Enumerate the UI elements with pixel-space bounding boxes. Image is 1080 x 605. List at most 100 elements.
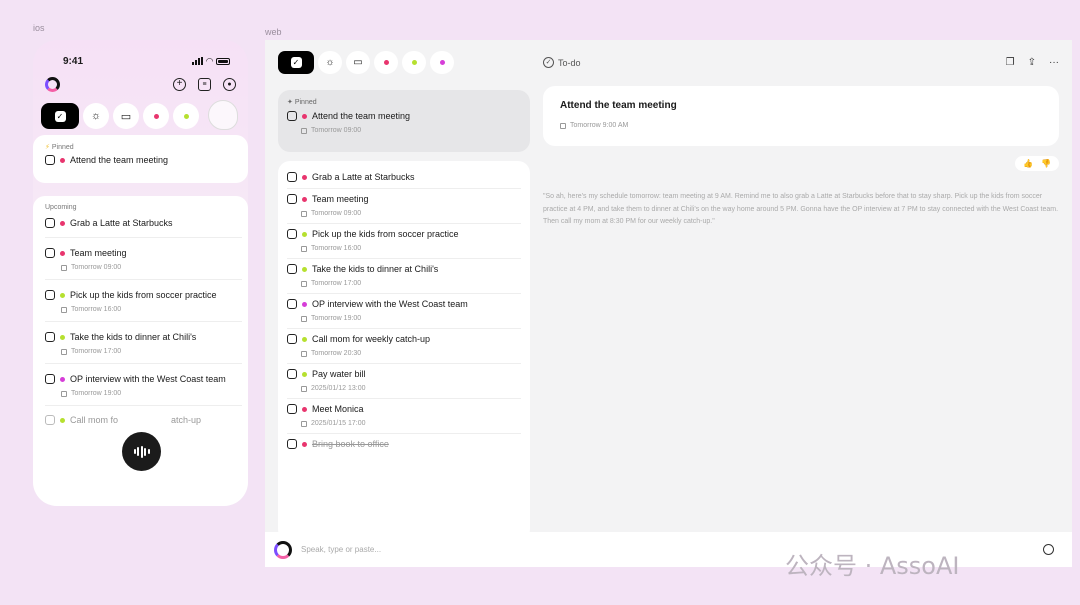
pinned-item-title: Attend the team meeting [70,155,169,165]
web-filter-chips: ✓ ☼ ▭ [278,50,530,75]
idea-filter-chip[interactable]: ☼ [83,103,109,129]
idea-filter-chip[interactable]: ☼ [318,51,342,74]
share-icon[interactable]: ⇪ [1028,57,1036,68]
partial-item-left: Call mom fo [70,415,119,425]
checkbox[interactable] [287,172,297,182]
tap-hand-icon [208,100,238,130]
magenta-filter-chip[interactable] [430,51,454,74]
lime-dot-icon [183,113,189,119]
copy-icon[interactable]: ❐ [1006,57,1015,68]
priority-dot [302,231,307,237]
priority-dot [60,334,65,340]
chat-filter-chip[interactable]: ▭ [346,51,370,74]
item-title: Meet Monica [312,404,364,414]
todo-filter-chip[interactable]: ✓ [278,51,314,74]
detail-meta: Tomorrow 9:00 AM [570,122,629,129]
web-list-card: Grab a Latte at Starbucks Team meeting Tom… [278,161,530,541]
list-item[interactable]: Call mom for weekly catch-up Tomorrow 20:… [287,329,521,364]
thumbs-up-icon[interactable]: 👍 [1023,159,1033,168]
priority-dot [302,196,307,202]
check-icon: ✓ [54,110,66,122]
checkbox[interactable] [287,111,297,121]
list-item[interactable]: Team meeting Tomorrow 09:00 [33,238,248,280]
checkbox[interactable] [45,374,55,384]
bulb-icon: ☼ [325,57,335,68]
list-item-partial[interactable]: Call mom fo atch-up [33,406,248,425]
checkbox[interactable] [287,229,297,239]
pinned-title: Pinned [51,144,74,151]
pin-icon: ⚡ [45,144,50,151]
profile-icon[interactable]: ● [223,77,236,91]
checkbox[interactable] [287,334,297,344]
list-item[interactable]: Pick up the kids from soccer practice Tom… [33,280,248,322]
voice-input-button[interactable] [122,432,161,471]
priority-dot [302,406,307,412]
item-title: Pay water bill [312,369,366,379]
checkbox[interactable] [45,218,55,228]
pinned-item[interactable]: Attend the team meeting [287,111,521,121]
priority-dot [60,376,65,382]
list-item[interactable]: Take the kids to dinner at Chili's Tomorr… [287,259,521,294]
list-item[interactable]: Team meeting Tomorrow 09:00 [287,189,521,224]
item-meta: Tomorrow 09:00 [71,264,122,271]
detail-card: Attend the team meeting Tomorrow 9:00 AM [543,86,1059,146]
list-item-done[interactable]: Bring book to office [287,434,521,455]
checkbox[interactable] [45,290,55,300]
checkbox[interactable] [45,415,55,425]
input-placeholder[interactable]: Speak, type or paste... [301,545,381,554]
todo-filter-chip[interactable]: ✓ [41,103,79,129]
item-meta: Tomorrow 17:00 [71,348,122,355]
item-title: Pick up the kids from soccer practice [70,290,217,300]
item-meta: Tomorrow 19:00 [311,315,362,322]
item-title: Grab a Latte at Starbucks [70,218,173,228]
calendar-icon [61,264,67,271]
pink-filter-chip[interactable] [143,103,169,129]
checkbox[interactable] [287,404,297,414]
priority-dot [60,250,65,256]
checkbox[interactable] [45,155,55,165]
thumbs-down-icon[interactable]: 👎 [1041,159,1051,168]
item-meta: 2025/01/15 17:00 [311,420,366,427]
item-meta: Tomorrow 19:00 [71,390,122,397]
ios-phone: 9:41 ◠ + ≡ ● ✓ ☼ ▭ ⚡ Pinned Attend the t… [33,40,248,506]
item-meta: Tomorrow 17:00 [311,280,362,287]
pinned-item-meta: Tomorrow 09:00 [311,127,362,134]
calendar-icon [301,245,307,252]
item-meta: Tomorrow 09:00 [311,210,362,217]
item-meta: Tomorrow 20:30 [311,350,362,357]
list-item[interactable]: OP interview with the West Coast team Tom… [33,364,248,406]
upcoming-title: Upcoming [45,204,77,211]
checkbox[interactable] [45,332,55,342]
user-icon[interactable] [1043,544,1054,555]
pinned-item[interactable]: Attend the team meeting [33,155,248,165]
priority-dot [60,292,65,298]
list-item[interactable]: Meet Monica 2025/01/15 17:00 [287,399,521,434]
pink-filter-chip[interactable] [374,51,398,74]
list-item[interactable]: Pick up the kids from soccer practice Tom… [287,224,521,259]
list-item[interactable]: Grab a Latte at Starbucks [287,167,521,189]
list-item[interactable]: Take the kids to dinner at Chili's Tomorr… [33,322,248,364]
more-icon[interactable]: ··· [1049,57,1059,68]
item-meta: Tomorrow 16:00 [311,245,362,252]
checkbox[interactable] [287,299,297,309]
lime-filter-chip[interactable] [173,103,199,129]
item-title: OP interview with the West Coast team [312,299,468,309]
add-icon[interactable]: + [173,77,186,91]
notes-icon[interactable]: ≡ [198,77,211,91]
status-time: 9:41 [63,55,84,67]
checkbox[interactable] [287,369,297,379]
priority-dot [60,220,65,226]
chat-filter-chip[interactable]: ▭ [113,103,139,129]
checkbox[interactable] [287,194,297,204]
battery-icon [216,57,230,65]
list-item[interactable]: OP interview with the West Coast team Tom… [287,294,521,329]
checkbox[interactable] [45,248,55,258]
list-item[interactable]: Pay water bill 2025/01/12 13:00 [287,364,521,399]
item-title: Pick up the kids from soccer practice [312,229,459,239]
lime-filter-chip[interactable] [402,51,426,74]
checkbox[interactable] [287,264,297,274]
list-item[interactable]: Grab a Latte at Starbucks [33,215,248,238]
calendar-icon [301,127,307,134]
calendar-icon [301,315,307,322]
checkbox[interactable] [287,439,297,449]
